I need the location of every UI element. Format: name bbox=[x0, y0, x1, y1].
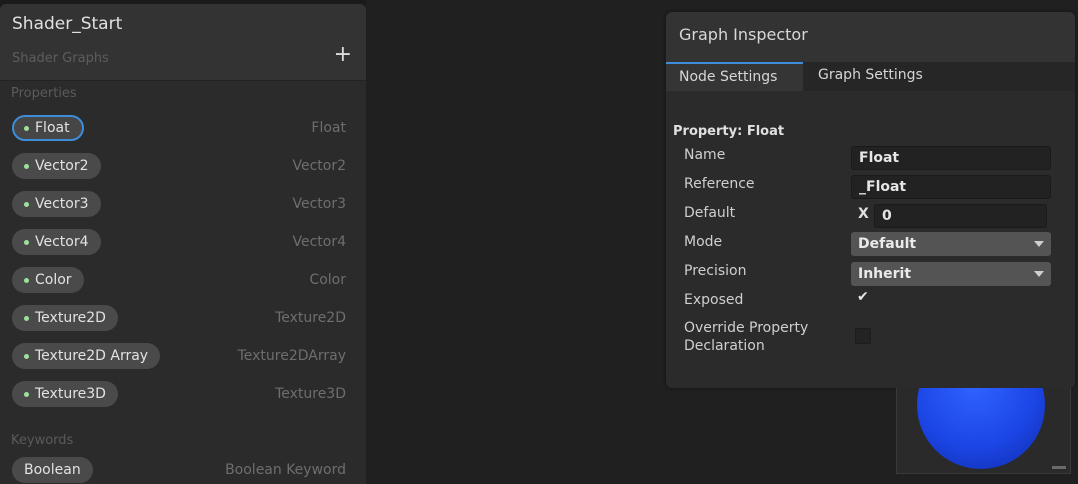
main-preview[interactable] bbox=[896, 388, 1071, 474]
property-row[interactable]: Vector2 Vector2 bbox=[0, 150, 366, 180]
preview-sphere bbox=[917, 388, 1045, 469]
property-type: Texture2DArray bbox=[237, 348, 346, 364]
graph-inspector: Graph Inspector Node Settings Graph Sett… bbox=[666, 12, 1075, 388]
override-property-label: Override Property Declaration bbox=[684, 319, 808, 355]
property-row[interactable]: Vector3 Vector3 bbox=[0, 188, 366, 218]
keywords-section-title: Keywords bbox=[11, 433, 74, 448]
property-row[interactable]: Vector4 Vector4 bbox=[0, 226, 366, 256]
precision-value: Inherit bbox=[858, 266, 912, 282]
exposed-dot-icon bbox=[24, 391, 29, 397]
exposed-dot-icon bbox=[24, 353, 29, 359]
exposed-dot-icon bbox=[24, 125, 29, 131]
property-pill[interactable]: Float bbox=[12, 115, 84, 141]
name-label: Name bbox=[684, 147, 726, 163]
tab-node-settings[interactable]: Node Settings bbox=[666, 62, 803, 91]
property-type: Texture3D bbox=[275, 386, 346, 402]
precision-dropdown[interactable]: Inherit bbox=[851, 262, 1051, 286]
property-name: Texture3D bbox=[35, 386, 106, 402]
keyword-row[interactable]: Boolean Boolean Keyword bbox=[0, 454, 366, 484]
property-name: Texture2D bbox=[35, 310, 106, 326]
blackboard-subtitle: Shader Graphs bbox=[12, 51, 109, 66]
property-pill[interactable]: Vector4 bbox=[12, 229, 101, 255]
property-row[interactable]: Texture2D Texture2D bbox=[0, 302, 366, 332]
property-row[interactable]: Color Color bbox=[0, 264, 366, 294]
property-type: Vector3 bbox=[292, 196, 346, 212]
property-name: Vector4 bbox=[35, 234, 89, 250]
chevron-down-icon bbox=[1034, 271, 1044, 277]
inspector-title: Graph Inspector bbox=[679, 25, 808, 44]
property-type: Float bbox=[311, 120, 346, 136]
chevron-down-icon bbox=[1034, 241, 1044, 247]
property-row[interactable]: Float Float bbox=[0, 112, 366, 142]
keyword-type: Boolean Keyword bbox=[225, 462, 346, 478]
tab-graph-settings[interactable]: Graph Settings bbox=[818, 62, 923, 91]
reference-label: Reference bbox=[684, 176, 755, 192]
property-pill[interactable]: Color bbox=[12, 267, 84, 293]
keyword-name: Boolean bbox=[24, 462, 81, 478]
property-title: Property: Float bbox=[673, 124, 785, 139]
default-x-label[interactable]: X bbox=[858, 206, 869, 222]
property-name: Color bbox=[35, 272, 72, 288]
exposed-dot-icon bbox=[24, 239, 29, 245]
resize-handle-icon[interactable] bbox=[1052, 466, 1066, 469]
property-pill[interactable]: Vector2 bbox=[12, 153, 101, 179]
exposed-dot-icon bbox=[24, 201, 29, 207]
blackboard-header: Shader_Start Shader Graphs + bbox=[0, 4, 366, 81]
plus-icon[interactable]: + bbox=[334, 42, 352, 67]
property-type: Texture2D bbox=[275, 310, 346, 326]
override-property-checkbox[interactable] bbox=[855, 328, 871, 344]
exposed-dot-icon bbox=[24, 277, 29, 283]
property-pill[interactable]: Texture2D bbox=[12, 305, 118, 331]
default-value-field[interactable]: 0 bbox=[874, 204, 1047, 228]
inspector-tabs: Node Settings Graph Settings bbox=[666, 62, 1075, 91]
property-pill[interactable]: Vector3 bbox=[12, 191, 101, 217]
property-type: Vector2 bbox=[292, 158, 346, 174]
mode-label: Mode bbox=[684, 234, 723, 250]
blackboard-title: Shader_Start bbox=[12, 14, 123, 34]
override-label-line1: Override Property bbox=[684, 320, 809, 336]
blackboard-panel: Shader_Start Shader Graphs + Properties … bbox=[0, 4, 366, 484]
exposed-dot-icon bbox=[24, 163, 29, 169]
name-field[interactable]: Float bbox=[851, 146, 1051, 170]
properties-section-title: Properties bbox=[11, 86, 77, 101]
property-pill[interactable]: Texture2D Array bbox=[12, 343, 161, 369]
property-row[interactable]: Texture2D Array Texture2DArray bbox=[0, 340, 366, 370]
reference-field[interactable]: _Float bbox=[851, 175, 1051, 199]
exposed-checkbox[interactable]: ✔ bbox=[855, 289, 871, 309]
exposed-dot-icon bbox=[24, 315, 29, 321]
property-type: Vector4 bbox=[292, 234, 346, 250]
property-name: Vector3 bbox=[35, 196, 89, 212]
property-row[interactable]: Texture3D Texture3D bbox=[0, 378, 366, 408]
check-icon: ✔ bbox=[857, 289, 869, 305]
property-pill[interactable]: Texture3D bbox=[12, 381, 118, 407]
default-label: Default bbox=[684, 205, 736, 221]
precision-label: Precision bbox=[684, 263, 747, 279]
mode-dropdown[interactable]: Default bbox=[851, 232, 1051, 256]
property-name: Vector2 bbox=[35, 158, 89, 174]
keyword-pill[interactable]: Boolean bbox=[12, 457, 93, 483]
property-name: Float bbox=[35, 120, 70, 136]
inspector-header[interactable]: Graph Inspector bbox=[666, 12, 1075, 62]
exposed-label: Exposed bbox=[684, 292, 744, 308]
property-type: Color bbox=[309, 272, 346, 288]
override-label-line2: Declaration bbox=[684, 338, 765, 354]
property-name: Texture2D Array bbox=[35, 348, 149, 364]
mode-value: Default bbox=[858, 236, 917, 252]
